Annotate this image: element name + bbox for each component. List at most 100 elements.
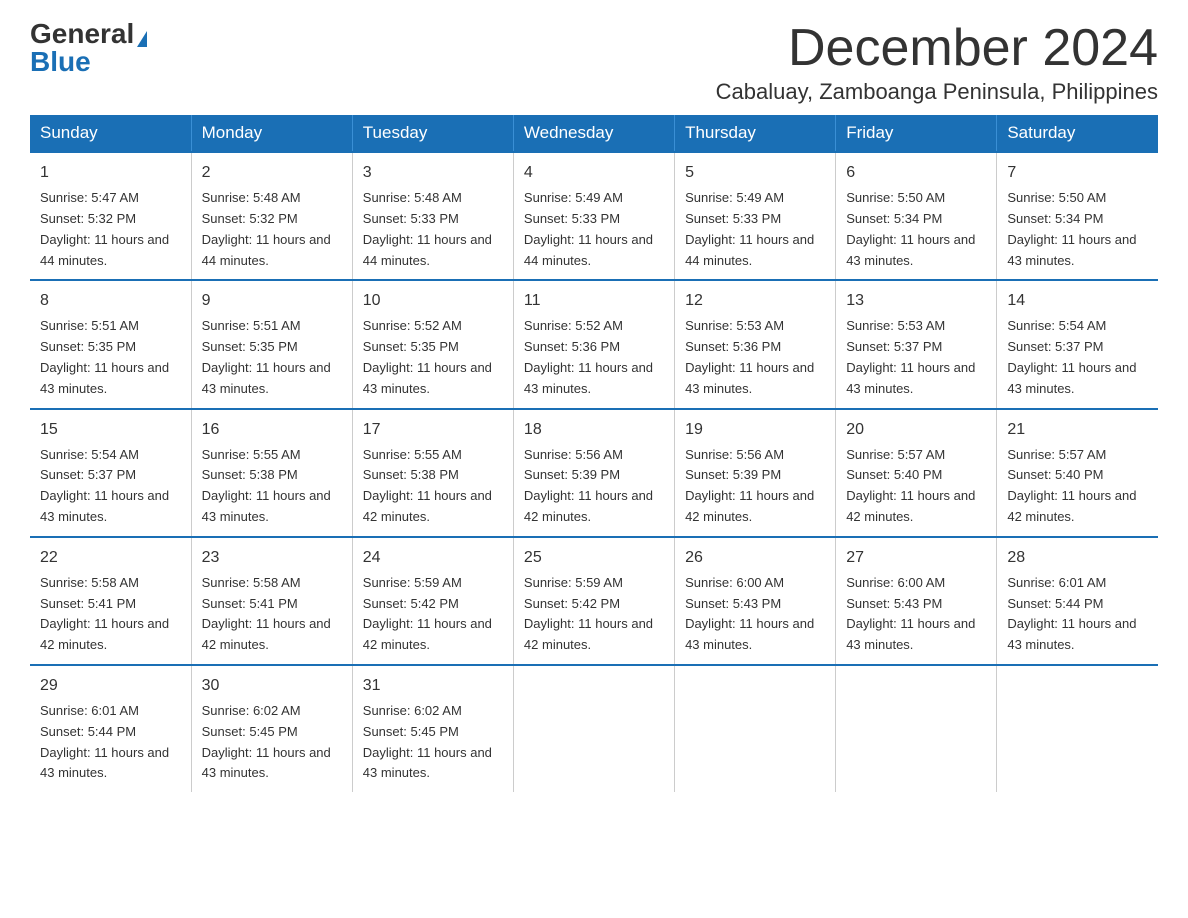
day-number: 26 <box>685 546 825 570</box>
calendar-week-row: 8 Sunrise: 5:51 AMSunset: 5:35 PMDaylight… <box>30 280 1158 408</box>
calendar-day-cell: 12Sunrise: 5:53 AMSunset: 5:36 PMDayligh… <box>675 280 836 408</box>
calendar-day-cell: 5Sunrise: 5:49 AMSunset: 5:33 PMDaylight… <box>675 152 836 280</box>
header-tuesday: Tuesday <box>352 115 513 152</box>
day-number: 13 <box>846 289 986 313</box>
header-monday: Monday <box>191 115 352 152</box>
day-number: 29 <box>40 674 181 698</box>
calendar-day-cell <box>997 665 1158 792</box>
day-info: Sunrise: 5:55 AMSunset: 5:38 PMDaylight:… <box>363 445 503 528</box>
day-number: 15 <box>40 418 181 442</box>
day-number: 16 <box>202 418 342 442</box>
calendar-day-cell: 1 Sunrise: 5:47 AMSunset: 5:32 PMDaylight… <box>30 152 191 280</box>
calendar-day-cell: 24Sunrise: 5:59 AMSunset: 5:42 PMDayligh… <box>352 537 513 665</box>
day-info: Sunrise: 5:54 AMSunset: 5:37 PMDaylight:… <box>40 445 181 528</box>
day-info: Sunrise: 5:56 AMSunset: 5:39 PMDaylight:… <box>685 445 825 528</box>
calendar-day-cell: 23Sunrise: 5:58 AMSunset: 5:41 PMDayligh… <box>191 537 352 665</box>
day-info: Sunrise: 5:55 AMSunset: 5:38 PMDaylight:… <box>202 445 342 528</box>
day-info: Sunrise: 5:49 AMSunset: 5:33 PMDaylight:… <box>685 188 825 271</box>
calendar-week-row: 29Sunrise: 6:01 AMSunset: 5:44 PMDayligh… <box>30 665 1158 792</box>
day-info: Sunrise: 5:53 AMSunset: 5:37 PMDaylight:… <box>846 316 986 399</box>
logo: General Blue <box>30 20 147 76</box>
calendar-day-cell: 4 Sunrise: 5:49 AMSunset: 5:33 PMDaylight… <box>513 152 674 280</box>
header-wednesday: Wednesday <box>513 115 674 152</box>
calendar-week-row: 1 Sunrise: 5:47 AMSunset: 5:32 PMDaylight… <box>30 152 1158 280</box>
day-number: 20 <box>846 418 986 442</box>
day-info: Sunrise: 5:52 AMSunset: 5:35 PMDaylight:… <box>363 316 503 399</box>
calendar-table: Sunday Monday Tuesday Wednesday Thursday… <box>30 115 1158 792</box>
calendar-day-cell: 13 Sunrise: 5:53 AMSunset: 5:37 PMDayligh… <box>836 280 997 408</box>
calendar-day-cell: 27 Sunrise: 6:00 AMSunset: 5:43 PMDayligh… <box>836 537 997 665</box>
day-number: 6 <box>846 161 986 185</box>
day-info: Sunrise: 5:48 AMSunset: 5:33 PMDaylight:… <box>363 188 503 271</box>
day-info: Sunrise: 6:02 AMSunset: 5:45 PMDaylight:… <box>363 701 503 784</box>
day-number: 4 <box>524 161 664 185</box>
day-info: Sunrise: 5:59 AMSunset: 5:42 PMDaylight:… <box>524 573 664 656</box>
day-info: Sunrise: 5:56 AMSunset: 5:39 PMDaylight:… <box>524 445 664 528</box>
day-info: Sunrise: 5:50 AMSunset: 5:34 PMDaylight:… <box>1007 188 1148 271</box>
day-number: 8 <box>40 289 181 313</box>
logo-blue-row: Blue <box>30 48 91 76</box>
calendar-day-cell: 14 Sunrise: 5:54 AMSunset: 5:37 PMDayligh… <box>997 280 1158 408</box>
day-info: Sunrise: 5:57 AMSunset: 5:40 PMDaylight:… <box>846 445 986 528</box>
day-info: Sunrise: 5:58 AMSunset: 5:41 PMDaylight:… <box>202 573 342 656</box>
day-number: 11 <box>524 289 664 313</box>
day-number: 1 <box>40 161 181 185</box>
logo-general-row: General <box>30 20 147 48</box>
day-number: 7 <box>1007 161 1148 185</box>
calendar-day-cell: 8Sunrise: 5:51 AMSunset: 5:35 PMDaylight… <box>30 280 191 408</box>
calendar-day-cell: 26Sunrise: 6:00 AMSunset: 5:43 PMDayligh… <box>675 537 836 665</box>
calendar-day-cell <box>513 665 674 792</box>
day-number: 22 <box>40 546 181 570</box>
day-info: Sunrise: 5:48 AMSunset: 5:32 PMDaylight:… <box>202 188 342 271</box>
day-info: Sunrise: 6:00 AMSunset: 5:43 PMDaylight:… <box>846 573 986 656</box>
day-info: Sunrise: 5:54 AMSunset: 5:37 PMDaylight:… <box>1007 316 1148 399</box>
day-number: 24 <box>363 546 503 570</box>
calendar-header-row: Sunday Monday Tuesday Wednesday Thursday… <box>30 115 1158 152</box>
calendar-day-cell: 3 Sunrise: 5:48 AMSunset: 5:33 PMDaylight… <box>352 152 513 280</box>
calendar-day-cell: 16 Sunrise: 5:55 AMSunset: 5:38 PMDayligh… <box>191 409 352 537</box>
calendar-day-cell: 29Sunrise: 6:01 AMSunset: 5:44 PMDayligh… <box>30 665 191 792</box>
day-number: 25 <box>524 546 664 570</box>
calendar-day-cell: 7 Sunrise: 5:50 AMSunset: 5:34 PMDaylight… <box>997 152 1158 280</box>
day-number: 19 <box>685 418 825 442</box>
calendar-day-cell: 17 Sunrise: 5:55 AMSunset: 5:38 PMDayligh… <box>352 409 513 537</box>
day-info: Sunrise: 5:58 AMSunset: 5:41 PMDaylight:… <box>40 573 181 656</box>
day-number: 9 <box>202 289 342 313</box>
header-thursday: Thursday <box>675 115 836 152</box>
logo-blue-text: Blue <box>30 46 91 77</box>
header-saturday: Saturday <box>997 115 1158 152</box>
calendar-day-cell: 30 Sunrise: 6:02 AMSunset: 5:45 PMDayligh… <box>191 665 352 792</box>
day-number: 18 <box>524 418 664 442</box>
calendar-week-row: 22 Sunrise: 5:58 AMSunset: 5:41 PMDayligh… <box>30 537 1158 665</box>
calendar-day-cell: 2 Sunrise: 5:48 AMSunset: 5:32 PMDaylight… <box>191 152 352 280</box>
day-number: 30 <box>202 674 342 698</box>
calendar-day-cell: 15 Sunrise: 5:54 AMSunset: 5:37 PMDayligh… <box>30 409 191 537</box>
day-number: 14 <box>1007 289 1148 313</box>
calendar-day-cell: 18 Sunrise: 5:56 AMSunset: 5:39 PMDayligh… <box>513 409 674 537</box>
day-number: 3 <box>363 161 503 185</box>
day-number: 2 <box>202 161 342 185</box>
day-number: 12 <box>685 289 825 313</box>
calendar-day-cell: 28Sunrise: 6:01 AMSunset: 5:44 PMDayligh… <box>997 537 1158 665</box>
logo-triangle-icon <box>137 31 147 47</box>
calendar-day-cell: 22 Sunrise: 5:58 AMSunset: 5:41 PMDayligh… <box>30 537 191 665</box>
calendar-day-cell: 31Sunrise: 6:02 AMSunset: 5:45 PMDayligh… <box>352 665 513 792</box>
calendar-day-cell: 21 Sunrise: 5:57 AMSunset: 5:40 PMDayligh… <box>997 409 1158 537</box>
title-block: December 2024 Cabaluay, Zamboanga Penins… <box>716 20 1158 105</box>
calendar-day-cell: 10Sunrise: 5:52 AMSunset: 5:35 PMDayligh… <box>352 280 513 408</box>
day-info: Sunrise: 5:47 AMSunset: 5:32 PMDaylight:… <box>40 188 181 271</box>
page-header: General Blue December 2024 Cabaluay, Zam… <box>30 20 1158 105</box>
calendar-day-cell: 9 Sunrise: 5:51 AMSunset: 5:35 PMDaylight… <box>191 280 352 408</box>
day-info: Sunrise: 5:57 AMSunset: 5:40 PMDaylight:… <box>1007 445 1148 528</box>
day-info: Sunrise: 6:02 AMSunset: 5:45 PMDaylight:… <box>202 701 342 784</box>
day-number: 17 <box>363 418 503 442</box>
day-info: Sunrise: 5:51 AMSunset: 5:35 PMDaylight:… <box>202 316 342 399</box>
calendar-week-row: 15 Sunrise: 5:54 AMSunset: 5:37 PMDayligh… <box>30 409 1158 537</box>
calendar-day-cell: 6Sunrise: 5:50 AMSunset: 5:34 PMDaylight… <box>836 152 997 280</box>
day-info: Sunrise: 5:49 AMSunset: 5:33 PMDaylight:… <box>524 188 664 271</box>
calendar-day-cell: 11Sunrise: 5:52 AMSunset: 5:36 PMDayligh… <box>513 280 674 408</box>
calendar-day-cell <box>675 665 836 792</box>
day-number: 21 <box>1007 418 1148 442</box>
day-number: 27 <box>846 546 986 570</box>
calendar-day-cell: 19 Sunrise: 5:56 AMSunset: 5:39 PMDayligh… <box>675 409 836 537</box>
